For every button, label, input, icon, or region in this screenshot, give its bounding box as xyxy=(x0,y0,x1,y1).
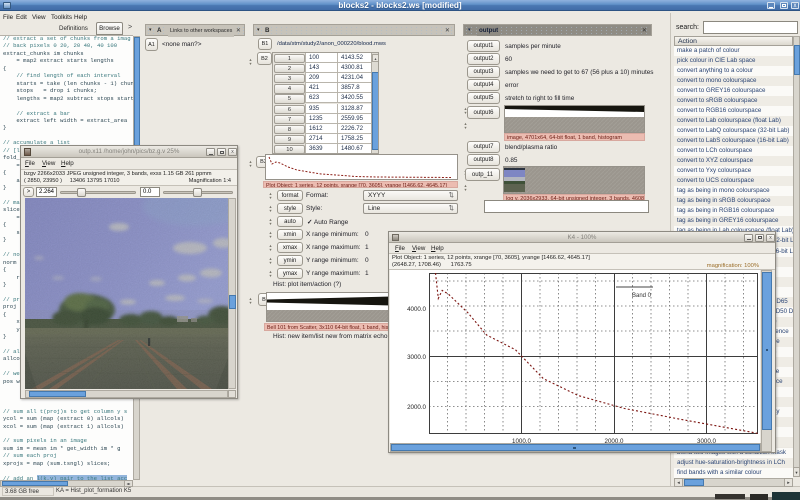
svg-text:Band 0: Band 0 xyxy=(632,293,652,299)
svg-text:3000.0: 3000.0 xyxy=(407,354,426,361)
svg-text:2000.0: 2000.0 xyxy=(407,404,426,411)
svg-text:4000.0: 4000.0 xyxy=(407,306,426,313)
